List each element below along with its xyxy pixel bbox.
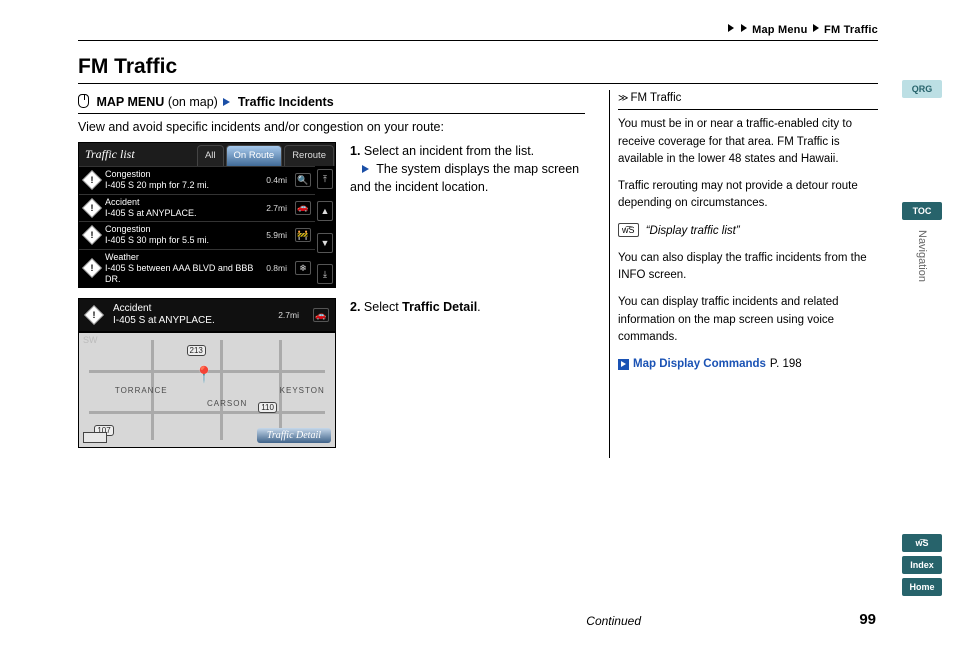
side-p2: Traffic rerouting may not provide a deto… (618, 178, 878, 213)
scale-bar (83, 432, 107, 443)
rail-home-tab[interactable]: Home (902, 578, 942, 596)
path-menu: MAP MENU (96, 95, 164, 109)
scroll-up-icon: ▲ (317, 201, 333, 221)
shot2-dist: 2.7mi (272, 310, 305, 320)
breadcrumb-b: FM Traffic (824, 24, 878, 36)
side-p1: You must be in or near a traffic-enabled… (618, 116, 878, 168)
shot2-title: Accident (113, 303, 266, 315)
rail-toc-tab[interactable]: TOC (902, 202, 942, 220)
tab-all: All (197, 145, 224, 166)
row-sub: I-405 S at ANYPLACE. (105, 208, 260, 219)
menu-path: MAP MENU (on map) Traffic Incidents (78, 90, 585, 114)
map-pin-icon: 📍 (194, 365, 214, 385)
rail-section-label: Navigation (916, 230, 928, 282)
screenshot-traffic-list: Traffic list All On Route Reroute ! Cong… (78, 142, 336, 288)
route-shield: 110 (258, 402, 277, 413)
row-dist: 0.4mi (260, 175, 293, 185)
triangle-right-icon (223, 98, 230, 106)
rail-qrg-tab[interactable]: QRG (902, 80, 942, 98)
tab-on-route: On Route (226, 145, 283, 166)
chevron-right-icon (741, 24, 747, 32)
map-label: TORRANCE (115, 386, 168, 395)
path-item: Traffic Incidents (238, 95, 334, 109)
link-text: Map Display Commands (633, 356, 766, 373)
step1-sub: The system displays the map screen and t… (350, 162, 579, 194)
traffic-detail-button: Traffic Detail (257, 428, 331, 443)
side-p3: You can also display the traffic inciden… (618, 250, 878, 285)
rail-index-tab[interactable]: Index (902, 556, 942, 574)
row-sub: I-405 S 20 mph for 7.2 mi. (105, 180, 260, 191)
path-hint: (on map) (168, 95, 218, 109)
list-item: ! Congestion I-405 S 20 mph for 7.2 mi. … (79, 166, 315, 194)
incident-icon: ! (82, 198, 102, 218)
row-cat-icon: 🚧 (295, 228, 311, 242)
map-label: KEYSTON (280, 386, 325, 395)
intro-text: View and avoid specific incidents and/or… (78, 120, 585, 134)
row-title: Accident (105, 197, 260, 208)
list-item: ! Congestion I-405 S 30 mph for 5.5 mi. … (79, 221, 315, 249)
incident-icon: ! (84, 305, 104, 325)
step2-bold: Traffic Detail (402, 300, 477, 314)
voice-command: “Display traffic list” (646, 225, 740, 237)
row-cat-icon: ❄ (295, 261, 311, 275)
continued-label: Continued (586, 614, 641, 628)
incident-icon: ! (82, 170, 102, 190)
breadcrumb-a: Map Menu (752, 24, 807, 36)
step1-text: Select an incident from the list. (364, 144, 534, 158)
step2-post: . (477, 300, 480, 314)
shot1-title: Traffic list (79, 143, 196, 166)
row-sub: I-405 S between AAA BLVD and BBB DR. (105, 263, 260, 286)
scroll-top-icon: ⤒ (317, 169, 333, 189)
row-dist: 5.9mi (260, 230, 293, 240)
row-cat-icon: 🔍 (295, 173, 311, 187)
tab-reroute: Reroute (284, 145, 334, 166)
incident-icon: ! (82, 225, 102, 245)
voice-icon: w͡S (618, 223, 639, 237)
row-dist: 0.8mi (260, 263, 293, 273)
side-header: FM Traffic (630, 90, 681, 107)
page-number: 99 (859, 611, 876, 628)
route-shield: 213 (187, 345, 206, 356)
step2-pre: Select (364, 300, 402, 314)
link-page: P. 198 (770, 356, 802, 373)
side-p4: You can display traffic incidents and re… (618, 294, 878, 346)
scroll-bottom-icon: ⤓ (317, 264, 333, 284)
map-display-commands-link[interactable]: Map Display Commands P. 198 (618, 356, 802, 373)
double-chevron-icon: ≫ (618, 91, 626, 106)
shot2-sub: I-405 S at ANYPLACE. (113, 315, 266, 327)
row-title: Congestion (105, 169, 260, 180)
list-item: ! Accident I-405 S at ANYPLACE. 2.7mi 🚗 (79, 194, 315, 222)
row-dist: 2.7mi (260, 203, 293, 213)
chevron-right-icon (813, 24, 819, 32)
breadcrumb: Map Menu FM Traffic (78, 24, 878, 36)
row-title: Weather (105, 252, 260, 263)
step1-number: 1. (350, 144, 360, 158)
screenshot-map: ! Accident I-405 S at ANYPLACE. 2.7mi 🚗 … (78, 298, 336, 448)
car-icon: 🚗 (313, 308, 329, 322)
step2-number: 2. (350, 300, 360, 314)
row-sub: I-405 S 30 mph for 5.5 mi. (105, 235, 260, 246)
list-item: ! Weather I-405 S between AAA BLVD and B… (79, 249, 315, 288)
row-title: Congestion (105, 224, 260, 235)
map-label: CARSON (207, 399, 247, 408)
scroll-down-icon: ▼ (317, 233, 333, 253)
map-area: SW TORRANCE CARSON KEYSTON 107 213 110 📍 (79, 333, 335, 447)
mouse-icon (78, 94, 89, 108)
link-arrow-icon (618, 359, 629, 370)
row-cat-icon: 🚗 (295, 201, 311, 215)
incident-icon: ! (82, 258, 102, 278)
compass-label: SW (83, 335, 98, 345)
chevron-right-icon (728, 24, 734, 32)
rail-voice-tab[interactable]: w͡S (902, 534, 942, 552)
triangle-right-icon (362, 165, 369, 173)
page-title: FM Traffic (78, 55, 878, 79)
